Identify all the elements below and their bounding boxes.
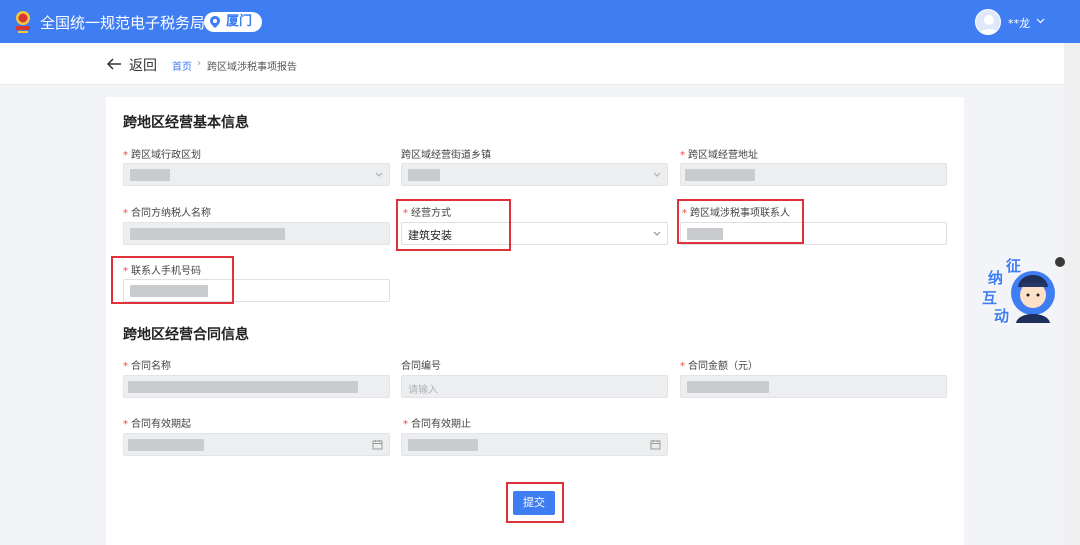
app-title: 全国统一规范电子税务局 xyxy=(40,14,206,32)
calendar-icon xyxy=(650,440,661,450)
page-scrollbar[interactable] xyxy=(1064,43,1080,545)
top-bar: 全国统一规范电子税务局 厦门 **龙 xyxy=(0,0,1080,43)
field-label: * 跨区域经营地址 xyxy=(680,150,758,161)
section-title-contract: 跨地区经营合同信息 xyxy=(123,327,249,343)
contract-number-field[interactable]: 请输入 xyxy=(401,375,668,398)
field-label: 合同编号 xyxy=(401,361,441,372)
breadcrumb-home[interactable]: 首页 xyxy=(172,58,192,73)
field-label: * 合同有效期起 xyxy=(123,419,191,430)
highlight-contact-phone xyxy=(111,256,234,304)
contract-amount-field[interactable] xyxy=(680,375,947,398)
region-selector[interactable]: 厦门 xyxy=(204,12,262,32)
tax-emblem-icon xyxy=(16,11,30,33)
back-button[interactable]: 返回 xyxy=(129,55,157,75)
chevron-down-icon xyxy=(653,231,661,236)
field-label: * 合同名称 xyxy=(123,361,171,372)
contract-name-field[interactable] xyxy=(123,375,390,398)
user-name[interactable]: **龙 xyxy=(1008,15,1030,31)
sub-nav: 返回 首页 › 跨区域涉税事项报告 xyxy=(0,43,1064,85)
close-widget-icon[interactable] xyxy=(1055,257,1065,267)
contract-end-date-field[interactable] xyxy=(401,433,668,456)
highlight-business-mode xyxy=(396,199,511,251)
street-town-select[interactable] xyxy=(401,163,668,186)
field-label: * 合同金额（元） xyxy=(680,361,758,372)
breadcrumb-current: 跨区域涉税事项报告 xyxy=(207,62,297,73)
field-label: * 合同有效期止 xyxy=(403,419,471,430)
highlight-submit xyxy=(506,482,564,523)
tax-interaction-widget[interactable]: 征 纳 互 动 xyxy=(978,253,1058,327)
breadcrumb-separator: › xyxy=(197,58,201,69)
field-label: * 合同方纳税人名称 xyxy=(123,208,211,219)
region-label: 厦门 xyxy=(226,14,253,29)
contract-start-date-field[interactable] xyxy=(123,433,390,456)
user-avatar-icon[interactable] xyxy=(975,9,1001,35)
counterparty-name-field[interactable] xyxy=(123,222,390,245)
field-label: 跨区域经营街道乡镇 xyxy=(401,150,491,161)
section-title-basic: 跨地区经营基本信息 xyxy=(123,115,249,131)
location-pin-icon xyxy=(210,16,220,28)
field-label: * 跨区域行政区划 xyxy=(123,150,201,161)
highlight-tax-contact xyxy=(677,199,804,244)
admin-region-select[interactable] xyxy=(123,163,390,186)
chevron-down-icon[interactable] xyxy=(1036,16,1045,25)
arrow-left-icon[interactable] xyxy=(106,57,122,71)
calendar-icon xyxy=(372,440,383,450)
chevron-down-icon xyxy=(653,172,661,177)
chevron-down-icon xyxy=(375,172,383,177)
business-address-field[interactable] xyxy=(680,163,947,186)
